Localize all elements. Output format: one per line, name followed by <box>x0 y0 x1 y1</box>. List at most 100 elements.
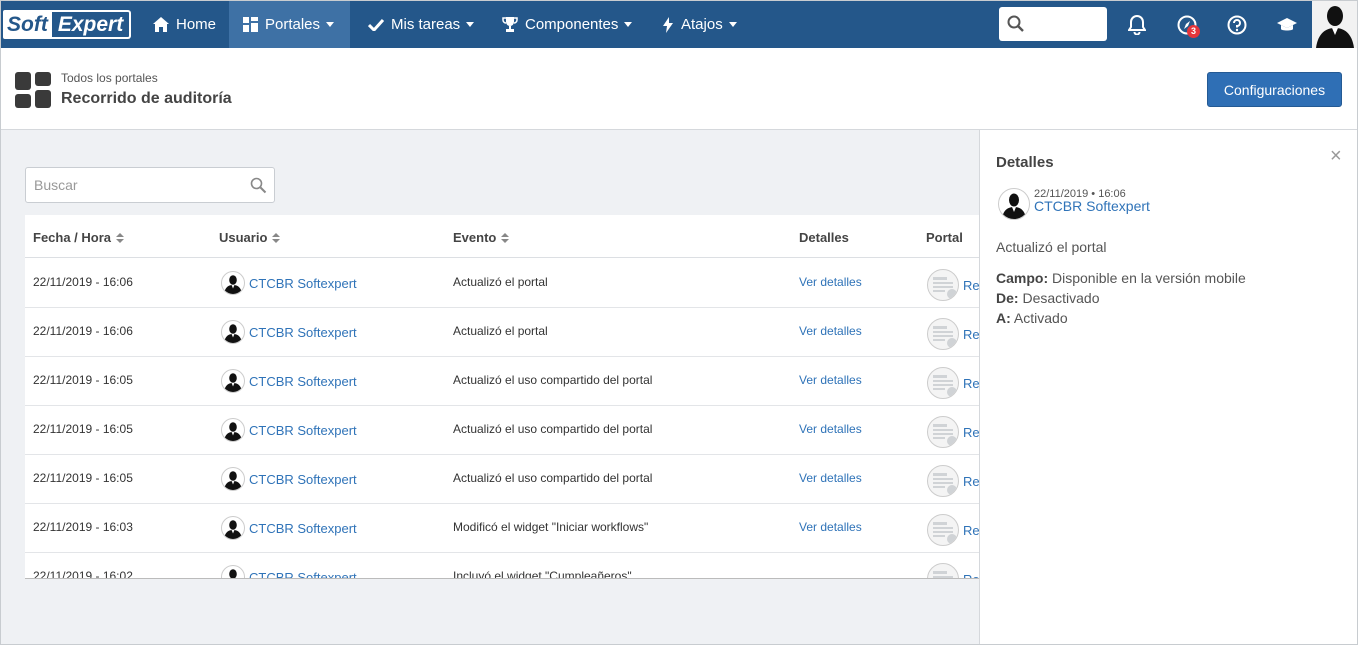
nav-home[interactable]: Home <box>139 1 230 48</box>
user-silhouette-icon <box>1002 193 1026 219</box>
row-portal-link[interactable]: Rec <box>963 425 979 440</box>
row-portal[interactable]: Rec <box>927 465 979 497</box>
audit-table: Fecha / Hora Usuario Evento Detalles Por… <box>25 215 979 579</box>
row-user-link[interactable]: CTCBR Softexpert <box>249 521 357 536</box>
column-header-event-label: Evento <box>453 230 497 245</box>
row-portal[interactable]: Rec <box>927 514 979 546</box>
row-user[interactable]: CTCBR Softexpert <box>221 271 357 295</box>
user-silhouette-icon <box>224 275 242 294</box>
row-details-link[interactable]: Ver detalles <box>799 275 862 289</box>
row-portal[interactable]: Rec <box>927 318 979 350</box>
notification-badge: 3 <box>1187 25 1200 38</box>
row-user-link[interactable]: CTCBR Softexpert <box>249 570 357 579</box>
bell-icon <box>1128 15 1146 35</box>
search-input[interactable] <box>26 168 236 202</box>
row-details-link[interactable]: Ver detalles <box>799 520 862 534</box>
row-portal-link[interactable]: Rec <box>963 523 979 538</box>
row-portal-link[interactable]: Rec <box>963 376 979 391</box>
table-row[interactable]: 22/11/2019 - 16:06 CTCBR Softexpert Actual… <box>25 308 979 357</box>
table-row[interactable]: 22/11/2019 - 16:05 CTCBR Softexpert Actual… <box>25 357 979 406</box>
row-event: Actualizó el portal <box>453 275 548 289</box>
close-icon[interactable]: × <box>1330 146 1342 166</box>
details-user-link[interactable]: CTCBR Softexpert <box>1034 198 1150 214</box>
chevron-down-icon <box>326 22 335 27</box>
global-search-input[interactable] <box>999 7 1107 41</box>
row-date: 22/11/2019 - 16:03 <box>33 520 133 534</box>
portal-grid-icon <box>15 72 51 108</box>
portal-thumbnail-icon <box>927 318 959 350</box>
row-user[interactable]: CTCBR Softexpert <box>221 369 357 393</box>
nav-mis-tareas[interactable]: Mis tareas <box>354 1 488 48</box>
softexpert-logo[interactable]: Soft Expert <box>3 10 132 39</box>
row-portal-link[interactable]: Rec <box>963 327 979 342</box>
sort-icon <box>116 232 125 243</box>
row-user[interactable]: CTCBR Softexpert <box>221 320 357 344</box>
details-panel-title: Detalles <box>996 154 1054 171</box>
row-event: Actualizó el portal <box>453 324 548 338</box>
row-date: 22/11/2019 - 16:02 <box>33 569 133 579</box>
row-user-avatar <box>221 271 245 295</box>
chevron-down-icon <box>466 22 475 27</box>
nav-portales[interactable]: Portales <box>229 1 350 48</box>
details-panel: Detalles × 22/11/2019 • 16:06 CTCBR Soft… <box>979 130 1357 644</box>
sort-icon <box>501 232 510 243</box>
row-user-link[interactable]: CTCBR Softexpert <box>249 374 357 389</box>
row-user[interactable]: CTCBR Softexpert <box>221 418 357 442</box>
row-user-link[interactable]: CTCBR Softexpert <box>249 276 357 291</box>
nav-componentes[interactable]: Componentes <box>488 1 646 48</box>
row-details-link[interactable]: Ver detalles <box>799 373 862 387</box>
row-user[interactable]: CTCBR Softexpert <box>221 565 357 579</box>
row-portal[interactable]: Rec <box>927 416 979 448</box>
row-event: Modificó el widget "Iniciar workflows" <box>453 520 649 534</box>
details-field-value: Disponible en la versión mobile <box>1052 270 1246 286</box>
table-row[interactable]: 22/11/2019 - 16:02 CTCBR Softexpert Incluy… <box>25 553 979 579</box>
column-header-details: Detalles <box>799 230 849 245</box>
row-user[interactable]: CTCBR Softexpert <box>221 516 357 540</box>
help-button[interactable] <box>1223 11 1251 39</box>
row-portal-link[interactable]: Rec <box>963 278 979 293</box>
details-from-row: De: Desactivado <box>996 290 1100 306</box>
column-header-user[interactable]: Usuario <box>219 230 281 245</box>
user-silhouette-icon <box>224 422 242 441</box>
tasks-counter-button[interactable]: 3 <box>1173 11 1201 39</box>
row-details-link[interactable]: Ver detalles <box>799 471 862 485</box>
row-user-link[interactable]: CTCBR Softexpert <box>249 423 357 438</box>
column-header-date[interactable]: Fecha / Hora <box>33 230 125 245</box>
top-navbar: Soft Expert Home Portales Mis tareas Com… <box>1 1 1357 48</box>
user-silhouette-icon <box>224 373 242 392</box>
breadcrumb[interactable]: Todos los portales <box>61 71 158 85</box>
row-date: 22/11/2019 - 16:05 <box>33 422 133 436</box>
sort-icon <box>272 232 281 243</box>
row-portal-link[interactable]: Rec <box>963 572 979 579</box>
nav-atajos[interactable]: Atajos <box>648 1 751 48</box>
row-user[interactable]: CTCBR Softexpert <box>221 467 357 491</box>
table-row[interactable]: 22/11/2019 - 16:03 CTCBR Softexpert Modifi… <box>25 504 979 553</box>
row-portal[interactable]: Rec <box>927 269 979 301</box>
main-content: Fecha / Hora Usuario Evento Detalles Por… <box>1 130 979 644</box>
row-details-link[interactable]: Ver detalles <box>799 422 862 436</box>
row-details-link[interactable]: Ver detalles <box>799 324 862 338</box>
bolt-icon <box>663 16 673 33</box>
column-header-event[interactable]: Evento <box>453 230 510 245</box>
configuraciones-button[interactable]: Configuraciones <box>1207 72 1342 107</box>
portal-thumbnail-icon <box>927 416 959 448</box>
notifications-button[interactable] <box>1123 11 1151 39</box>
table-row[interactable]: 22/11/2019 - 16:06 CTCBR Softexpert Actual… <box>25 259 979 308</box>
row-user-link[interactable]: CTCBR Softexpert <box>249 325 357 340</box>
row-date: 22/11/2019 - 16:05 <box>33 373 133 387</box>
learning-button[interactable] <box>1273 11 1301 39</box>
search-field[interactable] <box>25 167 275 203</box>
row-portal[interactable]: Rec <box>927 367 979 399</box>
row-user-link[interactable]: CTCBR Softexpert <box>249 472 357 487</box>
user-silhouette-icon <box>224 520 242 539</box>
search-icon <box>250 177 267 194</box>
details-to-value: Activado <box>1013 310 1068 326</box>
column-header-portal: Portal <box>926 230 963 245</box>
table-row[interactable]: 22/11/2019 - 16:05 CTCBR Softexpert Actual… <box>25 406 979 455</box>
details-from-label: De: <box>996 290 1019 306</box>
row-portal-link[interactable]: Rec <box>963 474 979 489</box>
table-row[interactable]: 22/11/2019 - 16:05 CTCBR Softexpert Actual… <box>25 455 979 504</box>
user-silhouette-icon <box>229 569 237 578</box>
row-portal[interactable]: Rec <box>927 563 979 579</box>
user-avatar[interactable] <box>1312 1 1357 48</box>
